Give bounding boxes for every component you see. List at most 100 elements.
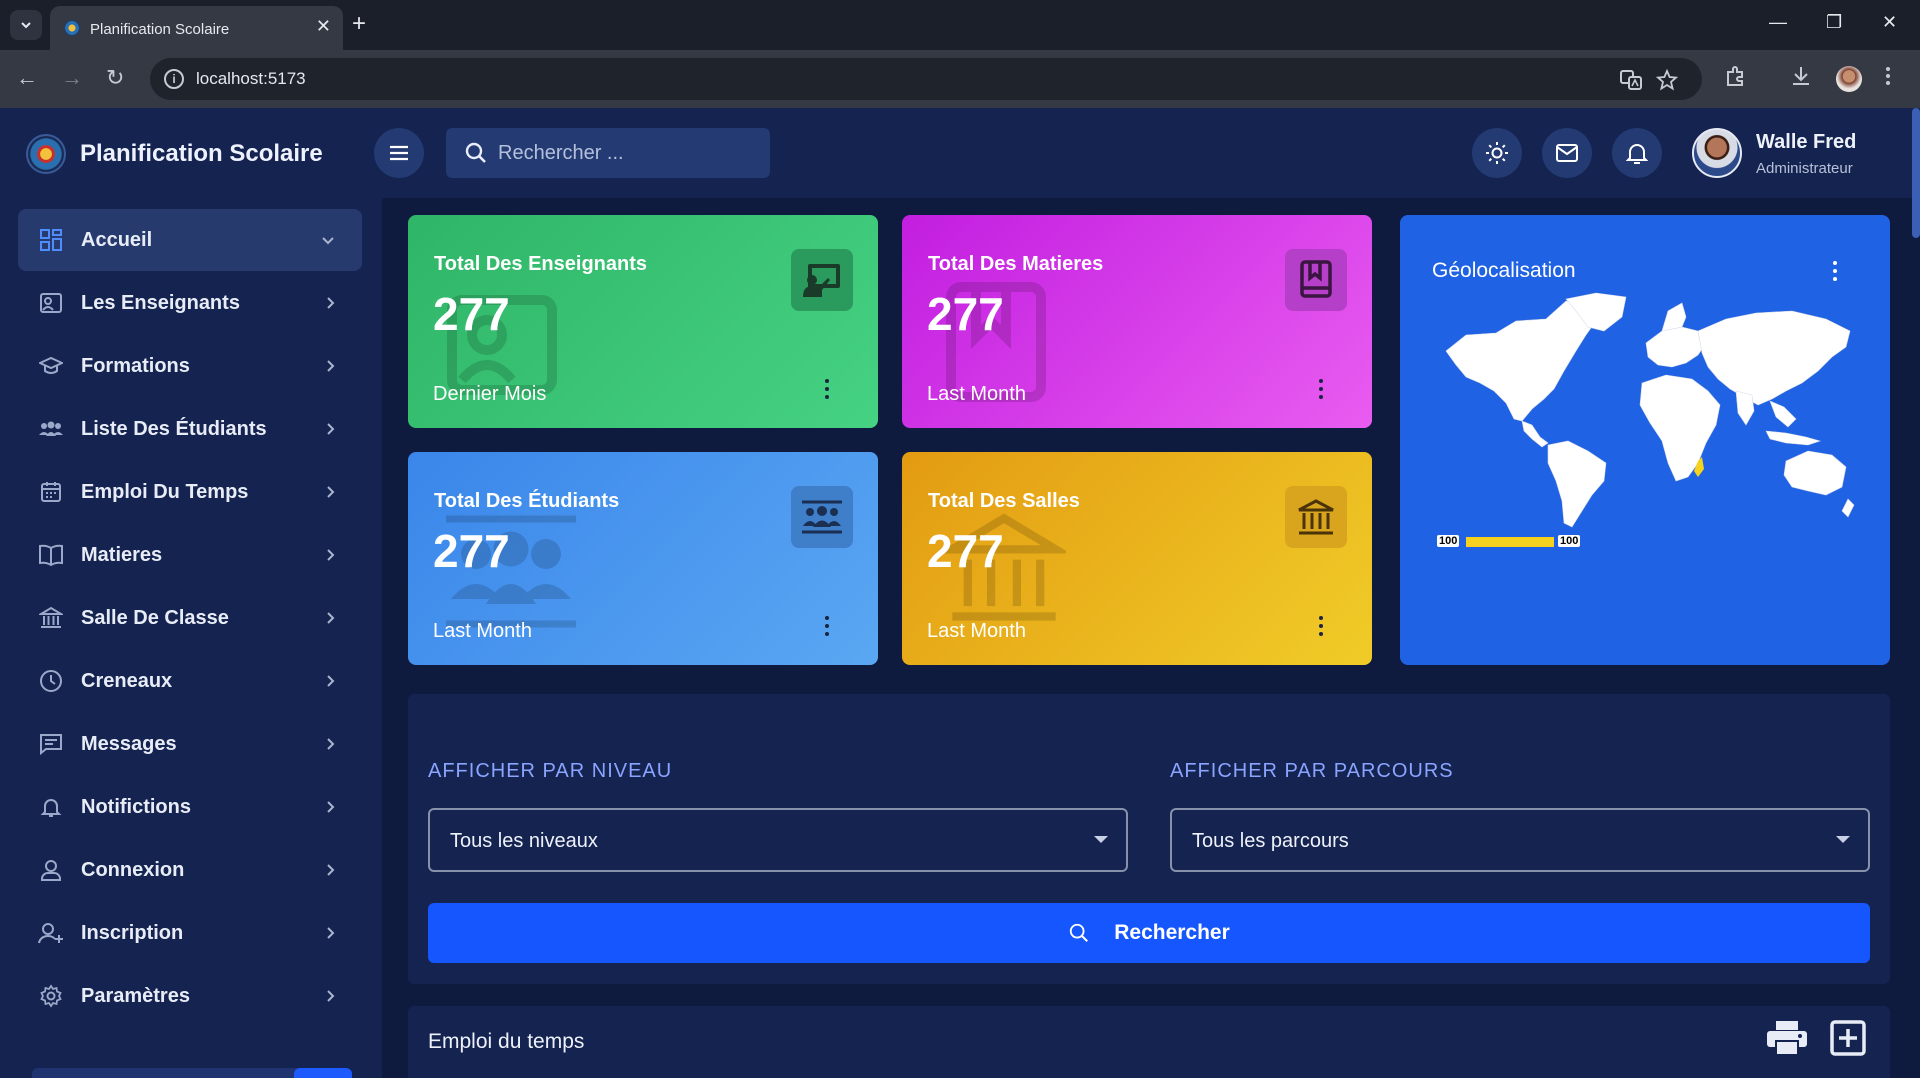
browser-profile-avatar[interactable] [1836,66,1862,92]
card-menu-icon[interactable] [822,379,832,403]
sidebar-item-label: Inscription [81,921,184,944]
new-tab-button[interactable]: + [352,10,366,38]
card-icon-badge [1285,486,1347,548]
extensions-icon[interactable] [1724,64,1748,88]
map-australia [1783,450,1847,496]
parcours-select[interactable]: Tous les parcours [1170,808,1870,872]
sidebar-footer-accent [294,1068,352,1078]
minimize-button[interactable]: — [1769,12,1787,33]
chevron-right-icon [327,864,335,876]
reload-button[interactable]: ↻ [106,65,124,91]
sidebar-item-notifications[interactable]: Notifictions [18,776,362,838]
browser-tab[interactable]: Planification Scolaire ✕ [50,6,343,50]
sidebar-item-etudiants[interactable]: Liste Des Étudiants [18,398,362,460]
card-menu-icon[interactable] [1316,616,1326,640]
forward-button[interactable]: → [61,65,83,91]
hamburger-icon [390,145,408,161]
download-icon[interactable] [1789,64,1813,88]
mail-button[interactable] [1542,128,1592,178]
stat-card-etudiants[interactable]: Total Des Étudiants 277 Last Month [408,452,878,665]
card-menu-icon[interactable] [1316,379,1326,403]
sun-icon [1486,142,1508,164]
card-icon-badge [791,486,853,548]
bell-icon [1626,144,1648,164]
sidebar-item-label: Messages [81,732,177,755]
add-square-icon[interactable] [1830,1020,1866,1056]
user-icon [38,857,64,883]
parcours-select-value: Tous les parcours [1192,830,1349,852]
sidebar-item-inscription[interactable]: Inscription [18,902,362,964]
chevron-right-icon [327,297,335,309]
app-root: Planification Scolaire Accueil Les Ensei… [0,108,1920,1078]
calendar-icon [38,479,64,505]
restore-button[interactable]: ❐ [1826,12,1842,33]
chevron-right-icon [327,927,335,939]
card-subtitle: Last Month [927,383,1026,405]
page-scrollbar[interactable] [1912,108,1920,238]
menu-toggle-button[interactable] [374,128,424,178]
close-tab-icon[interactable]: ✕ [316,16,331,37]
sidebar-item-salle-de-classe[interactable]: Salle De Classe [18,587,362,649]
sidebar-item-label: Les Enseignants [81,291,240,314]
sidebar-item-label: Creneaux [81,669,173,692]
print-icon[interactable] [1766,1020,1808,1056]
graduation-cap-icon [38,353,64,379]
sidebar-item-messages[interactable]: Messages [18,713,362,775]
sidebar-item-label: Notifictions [81,795,191,818]
more-menu-icon[interactable] [1884,64,1892,88]
user-profile[interactable]: Walle Fred Administrateur [1692,122,1882,182]
back-button[interactable]: ← [16,65,38,91]
search-input[interactable] [498,128,758,178]
sidebar-item-creneaux[interactable]: Creneaux [18,650,362,712]
map-europe [1645,326,1707,368]
tab-title: Planification Scolaire [90,21,230,38]
sidebar-item-matieres[interactable]: Matieres [18,524,362,586]
logo [26,134,66,174]
brand[interactable]: Planification Scolaire [26,132,323,176]
search-button[interactable]: Rechercher [428,903,1870,963]
sidebar-item-formations[interactable]: Formations [18,335,362,397]
address-bar[interactable]: i localhost:5173 [150,58,1702,100]
search-box [446,128,770,178]
window-close-button[interactable]: ✕ [1882,12,1897,33]
stat-card-salles[interactable]: Total Des Salles 277 Last Month [902,452,1372,665]
geo-title: Géolocalisation [1432,259,1576,282]
card-title: Total Des Étudiants [434,490,620,512]
book-icon [1300,260,1332,298]
sidebar-item-label: Matieres [81,543,163,566]
map-south-america [1547,440,1607,528]
sidebar-item-label: Salle De Classe [81,606,229,629]
translate-icon[interactable] [1620,69,1642,91]
card-title: Total Des Enseignants [434,253,648,275]
chevron-right-icon [327,549,335,561]
sidebar-item-parametres[interactable]: Paramètres [18,965,362,1027]
chevron-right-icon [327,360,335,372]
niveau-select[interactable]: Tous les niveaux [428,808,1128,872]
sidebar: Planification Scolaire Accueil Les Ensei… [0,108,382,1078]
stat-card-enseignants[interactable]: Total Des Enseignants 277 Dernier Mois [408,215,878,428]
stat-card-matieres[interactable]: Total Des Matieres 277 Last Month [902,215,1372,428]
site-info-icon[interactable]: i [164,69,184,89]
niveau-select-value: Tous les niveaux [450,830,598,852]
map-central-america [1521,420,1549,448]
card-menu-icon[interactable] [822,616,832,640]
geo-menu-icon[interactable] [1832,261,1838,285]
sidebar-item-enseignants[interactable]: Les Enseignants [18,272,362,334]
card-value: 277 [927,525,1004,577]
card-value: 277 [927,288,1004,340]
bookmark-star-icon[interactable] [1656,69,1678,91]
sidebar-item-connexion[interactable]: Connexion [18,839,362,901]
brand-name: Planification Scolaire [80,140,323,167]
tab-search-button[interactable] [10,10,42,40]
world-map[interactable] [1436,291,1856,531]
chevron-right-icon [327,738,335,750]
search-icon [1070,923,1089,942]
browser-tab-strip: Planification Scolaire ✕ + — ❐ ✕ [0,0,1920,50]
notifications-button[interactable] [1612,128,1662,178]
sidebar-item-accueil[interactable]: Accueil [18,209,362,271]
card-value: 277 [433,525,510,577]
url-text[interactable]: localhost:5173 [196,69,306,89]
teacher-board-icon [803,264,840,297]
sidebar-item-emploi-du-temps[interactable]: Emploi Du Temps [18,461,362,523]
theme-toggle-button[interactable] [1472,128,1522,178]
